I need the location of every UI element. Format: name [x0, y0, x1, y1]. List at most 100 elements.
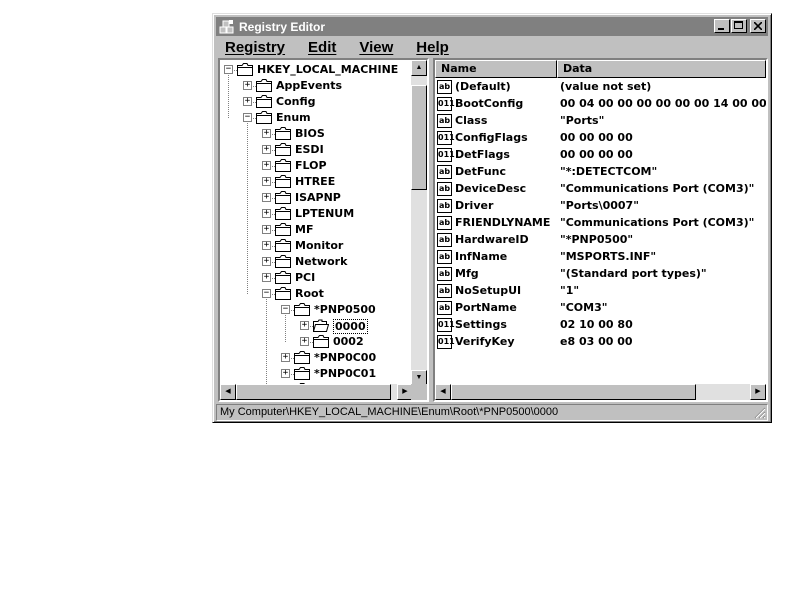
- value-data: e8 03 00 00: [560, 335, 633, 348]
- folder-icon: [294, 367, 310, 380]
- expand-icon[interactable]: +: [262, 161, 271, 170]
- value-row[interactable]: 011 Settings 02 10 00 80: [435, 317, 766, 334]
- tree-vscroll-thumb[interactable]: [411, 85, 427, 190]
- values-scroll-left-button[interactable]: ◀: [435, 384, 451, 400]
- value-data: 02 10 00 80: [560, 318, 633, 331]
- expand-icon[interactable]: +: [262, 209, 271, 218]
- expand-icon[interactable]: +: [262, 129, 271, 138]
- collapse-icon[interactable]: −: [262, 289, 271, 298]
- value-row[interactable]: 011 ConfigFlags 00 00 00 00: [435, 130, 766, 147]
- expand-icon[interactable]: +: [262, 225, 271, 234]
- tree-item[interactable]: + *PNP0C01: [220, 366, 413, 382]
- tree-item[interactable]: + Config: [220, 94, 413, 110]
- value-name: FRIENDLYNAME: [455, 216, 551, 229]
- window-title: Registry Editor: [239, 19, 326, 34]
- menu-view[interactable]: View: [359, 39, 393, 56]
- expand-icon[interactable]: +: [262, 257, 271, 266]
- expand-icon[interactable]: +: [262, 193, 271, 202]
- value-data: 00 04 00 00 00 00 00 00 14 00 00 00 02 0…: [560, 97, 767, 110]
- tree-item[interactable]: + *PNP0C00: [220, 350, 413, 366]
- tree-item-label: BIOS: [295, 127, 325, 140]
- folder-open-icon: [312, 319, 330, 332]
- value-name: NoSetupUI: [455, 284, 522, 297]
- expand-icon[interactable]: +: [300, 337, 309, 346]
- close-button[interactable]: [750, 19, 766, 33]
- value-name: (Default): [455, 80, 511, 93]
- minimize-button[interactable]: [714, 19, 730, 33]
- value-row[interactable]: ab DeviceDesc "Communications Port (COM3)": [435, 181, 766, 198]
- value-row[interactable]: ab Mfg "(Standard port types)": [435, 266, 766, 283]
- value-row[interactable]: ab InfName "MSPORTS.INF": [435, 249, 766, 266]
- tree-item[interactable]: +0000: [220, 318, 413, 334]
- tree-item[interactable]: − *PNP0500: [220, 302, 413, 318]
- title-bar[interactable]: Registry Editor: [216, 17, 768, 36]
- tree-scroll-left-button[interactable]: ◀: [220, 384, 236, 400]
- value-row[interactable]: ab FRIENDLYNAME "Communications Port (COM3…: [435, 215, 766, 232]
- value-row[interactable]: ab DetFunc "*:DETECTCOM": [435, 164, 766, 181]
- values-hscroll-thumb[interactable]: [451, 384, 696, 400]
- expand-icon[interactable]: +: [243, 97, 252, 106]
- tree-item[interactable]: + PCI: [220, 270, 413, 286]
- menu-edit[interactable]: Edit: [308, 39, 336, 56]
- folder-icon: [275, 143, 291, 156]
- registry-cubes-icon: [219, 19, 235, 35]
- tree-horizontal-scrollbar[interactable]: ◀ ▶: [220, 384, 413, 400]
- value-row[interactable]: ab NoSetupUI "1": [435, 283, 766, 300]
- tree-item[interactable]: + HTREE: [220, 174, 413, 190]
- binary-value-icon: 011: [437, 148, 455, 162]
- value-row[interactable]: ab Class "Ports": [435, 113, 766, 130]
- tree-item[interactable]: − Enum: [220, 110, 413, 126]
- value-row[interactable]: 011 BootConfig 00 04 00 00 00 00 00 00 14 …: [435, 96, 766, 113]
- value-row[interactable]: ab Driver "Ports\0007": [435, 198, 766, 215]
- key-tree-pane[interactable]: − HKEY_LOCAL_MACHINE + AppEvents + Config − Enu…: [218, 58, 429, 402]
- tree-item[interactable]: − HKEY_LOCAL_MACHINE: [220, 62, 413, 78]
- resize-grip-icon[interactable]: [753, 406, 766, 419]
- menu-help[interactable]: Help: [416, 39, 449, 56]
- tree-item[interactable]: + Network: [220, 254, 413, 270]
- tree-scroll-up-button[interactable]: ▲: [411, 60, 427, 76]
- value-row[interactable]: ab PortName "COM3": [435, 300, 766, 317]
- expand-icon[interactable]: +: [262, 145, 271, 154]
- tree-item[interactable]: + ESDI: [220, 142, 413, 158]
- value-data: "Ports\0007": [560, 199, 639, 212]
- tree-vertical-scrollbar[interactable]: ▲ ▼: [411, 60, 427, 386]
- menu-registry[interactable]: Registry: [225, 39, 285, 56]
- tree-item[interactable]: + Monitor: [220, 238, 413, 254]
- expand-icon[interactable]: +: [300, 321, 309, 330]
- column-header-name[interactable]: Name: [435, 60, 557, 78]
- string-value-icon: ab: [437, 250, 452, 264]
- tree-item[interactable]: + LPTENUM: [220, 206, 413, 222]
- tree-item[interactable]: − Root: [220, 286, 413, 302]
- value-row[interactable]: 011 DetFlags 00 00 00 00: [435, 147, 766, 164]
- expand-icon[interactable]: +: [281, 353, 290, 362]
- string-value-icon: ab: [437, 267, 452, 281]
- tree-item[interactable]: + ISAPNP: [220, 190, 413, 206]
- maximize-icon: [734, 21, 743, 29]
- registry-editor-window: Registry Editor Registry Edit View Help …: [212, 13, 772, 423]
- values-scroll-right-button[interactable]: ▶: [750, 384, 766, 400]
- values-list-pane[interactable]: Name Data ab (Default) (value not set) 011 B…: [433, 58, 768, 402]
- expand-icon[interactable]: +: [243, 81, 252, 90]
- string-value-icon: ab: [437, 284, 452, 298]
- values-horizontal-scrollbar[interactable]: ◀ ▶: [435, 384, 766, 400]
- maximize-button[interactable]: [731, 19, 747, 33]
- tree-item[interactable]: +0002: [220, 334, 413, 350]
- value-row[interactable]: 011 VerifyKey e8 03 00 00: [435, 334, 766, 351]
- value-row[interactable]: ab (Default) (value not set): [435, 79, 766, 96]
- collapse-icon[interactable]: −: [243, 113, 252, 122]
- tree-item[interactable]: + AppEvents: [220, 78, 413, 94]
- tree-item[interactable]: + MF: [220, 222, 413, 238]
- collapse-icon[interactable]: −: [224, 65, 233, 74]
- value-name: VerifyKey: [455, 335, 515, 348]
- expand-icon[interactable]: +: [262, 177, 271, 186]
- tree-item-label: ISAPNP: [295, 191, 341, 204]
- collapse-icon[interactable]: −: [281, 305, 290, 314]
- expand-icon[interactable]: +: [262, 241, 271, 250]
- expand-icon[interactable]: +: [262, 273, 271, 282]
- tree-hscroll-thumb[interactable]: [236, 384, 391, 400]
- tree-item[interactable]: + BIOS: [220, 126, 413, 142]
- expand-icon[interactable]: +: [281, 369, 290, 378]
- column-header-data[interactable]: Data: [557, 60, 766, 78]
- value-row[interactable]: ab HardwareID "*PNP0500": [435, 232, 766, 249]
- tree-item[interactable]: + FLOP: [220, 158, 413, 174]
